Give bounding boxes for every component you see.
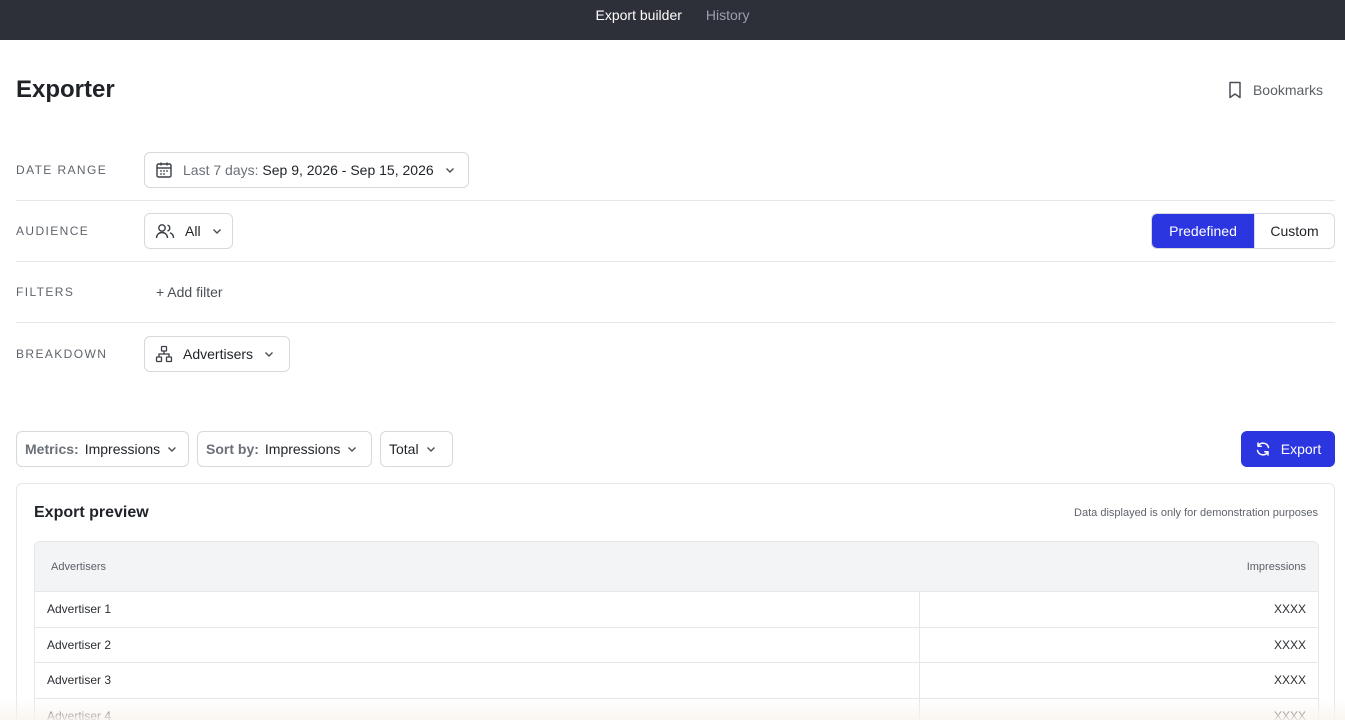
custom-option[interactable]: Custom	[1254, 214, 1334, 248]
total-select[interactable]: Total	[380, 431, 453, 467]
impressions-cell: XXXX	[1273, 673, 1306, 688]
total-value: Total	[389, 441, 419, 457]
table-row: Advertiser 3 XXXX	[35, 663, 1318, 699]
audience-mode-toggle: Predefined Custom	[1151, 213, 1335, 249]
demo-note: Data displayed is only for demonstration…	[1074, 507, 1318, 519]
filters-label: FILTERS	[16, 285, 75, 299]
audience-label: AUDIENCE	[16, 224, 90, 238]
add-filter-button[interactable]: + Add filter	[156, 284, 223, 300]
top-nav: Export builder History	[0, 0, 1345, 40]
chevron-down-icon	[265, 351, 274, 357]
advertiser-cell: Advertiser 3	[35, 663, 920, 698]
date-preset: Last 7 days:	[183, 162, 259, 178]
table-row: Advertiser 4 XXXX	[35, 698, 1318, 720]
refresh-icon	[1256, 442, 1270, 456]
export-preview-card: Export preview Data displayed is only fo…	[16, 483, 1335, 720]
audience-row: AUDIENCE All Predefined Custom	[16, 201, 1335, 262]
sort-value: Impressions	[264, 441, 341, 457]
tab-history[interactable]: History	[706, 7, 750, 23]
impressions-cell: XXXX	[1273, 637, 1306, 652]
export-label: Export	[1280, 441, 1322, 457]
metrics-value: Impressions	[84, 441, 161, 457]
breakdown-label: BREAKDOWN	[16, 346, 108, 361]
chevron-down-icon	[168, 447, 177, 452]
date-range-label: DATE RANGE	[16, 163, 108, 177]
tab-export-builder[interactable]: Export builder	[596, 7, 682, 23]
export-button[interactable]: Export	[1241, 431, 1335, 467]
impressions-cell: XXXX	[1273, 708, 1306, 720]
table-header: Advertisers Impressions	[35, 542, 1318, 592]
sort-key: Sort by:	[206, 441, 259, 457]
breakdown-value: Advertisers	[183, 345, 254, 362]
chevron-down-icon	[212, 229, 221, 234]
chevron-down-icon	[348, 447, 357, 452]
audience-select[interactable]: All	[144, 213, 233, 249]
date-range-row: DATE RANGE Last 7 days: Sep 9, 2026 - Se…	[16, 140, 1335, 201]
metrics-key: Metrics:	[25, 441, 79, 457]
bookmarks-label: Bookmarks	[1252, 82, 1323, 98]
chevron-down-icon	[426, 447, 435, 452]
column-header-advertisers: Advertisers	[51, 560, 107, 573]
page-title: Exporter	[16, 76, 115, 103]
filters-row: FILTERS + Add filter	[16, 262, 1335, 323]
hierarchy-icon	[155, 345, 173, 362]
date-range-picker[interactable]: Last 7 days: Sep 9, 2026 - Sep 15, 2026	[144, 152, 469, 188]
bookmark-icon	[1229, 81, 1241, 99]
preview-table: Advertisers Impressions Advertiser 1 XXX…	[34, 541, 1319, 720]
sort-select[interactable]: Sort by: Impressions	[197, 431, 372, 467]
date-range-value: Sep 9, 2026 - Sep 15, 2026	[262, 162, 434, 178]
breakdown-row: BREAKDOWN Advertisers	[16, 323, 1335, 384]
predefined-option[interactable]: Predefined	[1152, 214, 1254, 248]
impressions-cell: XXXX	[1273, 602, 1306, 617]
breakdown-select[interactable]: Advertisers	[144, 335, 290, 372]
table-row: Advertiser 1 XXXX	[35, 592, 1318, 628]
advertiser-cell: Advertiser 2	[35, 627, 920, 662]
column-header-impressions: Impressions	[1246, 560, 1306, 573]
chevron-down-icon	[445, 168, 454, 173]
bookmarks-button[interactable]: Bookmarks	[1227, 81, 1323, 99]
advertiser-cell: Advertiser 1	[35, 592, 920, 627]
table-row: Advertiser 2 XXXX	[35, 627, 1318, 663]
users-icon	[155, 224, 175, 239]
metrics-select[interactable]: Metrics: Impressions	[16, 431, 189, 467]
export-preview-title: Export preview	[34, 504, 149, 521]
audience-value: All	[185, 223, 201, 239]
calendar-icon	[156, 162, 172, 178]
advertiser-cell: Advertiser 4	[35, 698, 920, 720]
